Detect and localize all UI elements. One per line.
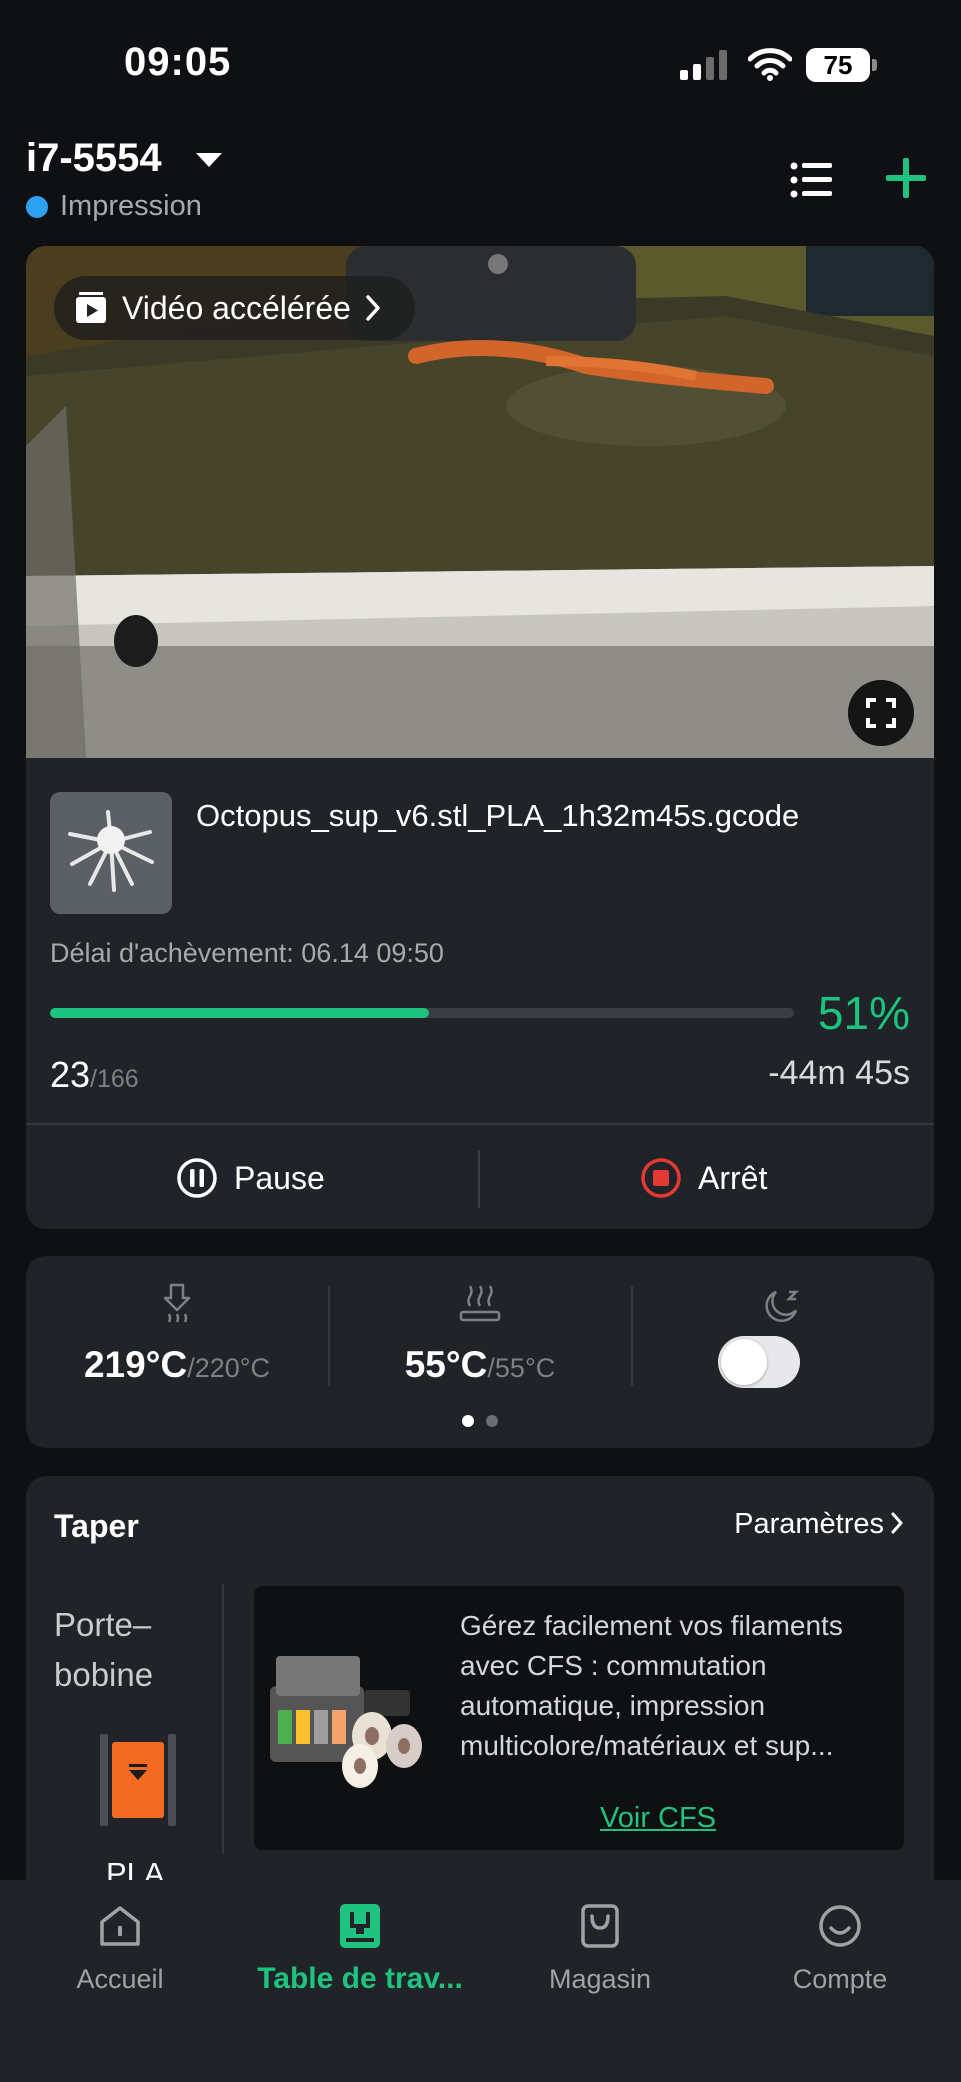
battery-icon: 75	[806, 48, 878, 82]
nozzle-icon	[163, 1283, 191, 1323]
add-printer-icon[interactable]	[884, 156, 928, 200]
stop-button[interactable]: Arrêt	[640, 1146, 767, 1210]
cfs-product-image	[270, 1656, 422, 1788]
cfs-promo[interactable]: Gérez facilement vos filaments avec CFS …	[254, 1586, 904, 1850]
divider	[26, 1123, 934, 1125]
heated-bed-icon	[459, 1285, 501, 1322]
stop-icon	[641, 1158, 681, 1198]
printing-status-dot	[26, 196, 48, 218]
account-icon	[819, 1905, 861, 1947]
settings-link[interactable]: Paramètres	[734, 1508, 904, 1541]
current-layer: 23	[50, 1054, 91, 1095]
view-cfs-link[interactable]: Voir CFS	[600, 1802, 716, 1835]
timelapse-button[interactable]: Vidéo accélérée	[54, 276, 415, 340]
moon-icon	[765, 1290, 800, 1323]
tab-label: Magasin	[548, 1964, 652, 1994]
pause-icon	[177, 1158, 217, 1198]
nozzle-temp-current: 219°C	[83, 1344, 188, 1385]
stop-label: Arrêt	[698, 1159, 768, 1196]
list-icon[interactable]	[790, 160, 832, 200]
chevron-right-icon	[366, 295, 380, 321]
status-bar: 09:05 75	[0, 0, 961, 130]
wifi-icon	[748, 48, 792, 81]
tab-label: Table de trav...	[257, 1962, 463, 1995]
divider	[222, 1584, 224, 1854]
bed-temp-target: /55°C	[487, 1353, 556, 1383]
tab-workbench[interactable]: Table de trav...	[240, 1902, 480, 1996]
filament-title: Taper	[54, 1508, 139, 1544]
settings-label: Paramètres	[734, 1508, 884, 1540]
bottom-tab-bar: Accueil Table de trav... Magasin Compte	[0, 1880, 961, 2082]
shop-icon	[581, 1904, 619, 1948]
completion-time: Délai d'achèvement: 06.14 09:50	[50, 938, 444, 968]
status-time: 09:05	[124, 40, 232, 84]
progress-percent: 51%	[817, 987, 910, 1039]
printer-name[interactable]: i7-5554	[26, 136, 162, 181]
time-remaining: -44m 45s	[768, 1054, 910, 1092]
camera-feed[interactable]: Vidéo accélérée	[26, 246, 934, 758]
tab-shop[interactable]: Magasin	[480, 1902, 720, 1995]
video-icon	[76, 292, 106, 323]
divider	[478, 1150, 480, 1208]
nozzle-temp-target: /220°C	[187, 1353, 271, 1383]
print-job-card: Vidéo accélérée Octopus_sup_v6.stl_PLA_1…	[26, 246, 934, 1229]
progress-bar	[50, 1008, 794, 1018]
workbench-icon	[340, 1904, 380, 1948]
pause-label: Pause	[234, 1159, 325, 1196]
timelapse-label: Vidéo accélérée	[122, 289, 351, 326]
chevron-right-icon	[891, 1512, 903, 1534]
total-layers: /166	[90, 1065, 139, 1093]
spool-icon[interactable]	[98, 1732, 178, 1828]
printer-status: Impression	[60, 190, 202, 222]
bed-temp-current: 55°C	[404, 1344, 488, 1385]
tab-label: Accueil	[76, 1964, 164, 1994]
progress-bar-fill	[50, 1008, 430, 1018]
fullscreen-icon[interactable]	[848, 680, 914, 746]
layer-counter: 23/166	[50, 1054, 139, 1096]
home-icon	[100, 1906, 140, 1946]
night-mode-toggle[interactable]	[718, 1336, 800, 1388]
tab-label: Compte	[792, 1964, 888, 1994]
model-thumbnail	[50, 792, 172, 914]
tab-home[interactable]: Accueil	[0, 1902, 240, 1995]
spool-holder-label: Porte–bobine	[54, 1606, 154, 1693]
cfs-promo-text: Gérez facilement vos filaments avec CFS …	[460, 1610, 843, 1761]
cellular-signal-icon	[680, 50, 727, 80]
tab-account[interactable]: Compte	[720, 1902, 960, 1995]
bed-temp[interactable]: 55°C/55°C	[329, 1256, 631, 1448]
pause-button[interactable]: Pause	[176, 1146, 325, 1210]
battery-level: 75	[806, 48, 870, 82]
chevron-down-icon[interactable]	[196, 153, 222, 167]
job-filename: Octopus_sup_v6.stl_PLA_1h32m45s.gcode	[196, 798, 800, 833]
nozzle-temp[interactable]: 219°C/220°C	[26, 1256, 328, 1448]
octopus-model-icon	[68, 810, 154, 892]
